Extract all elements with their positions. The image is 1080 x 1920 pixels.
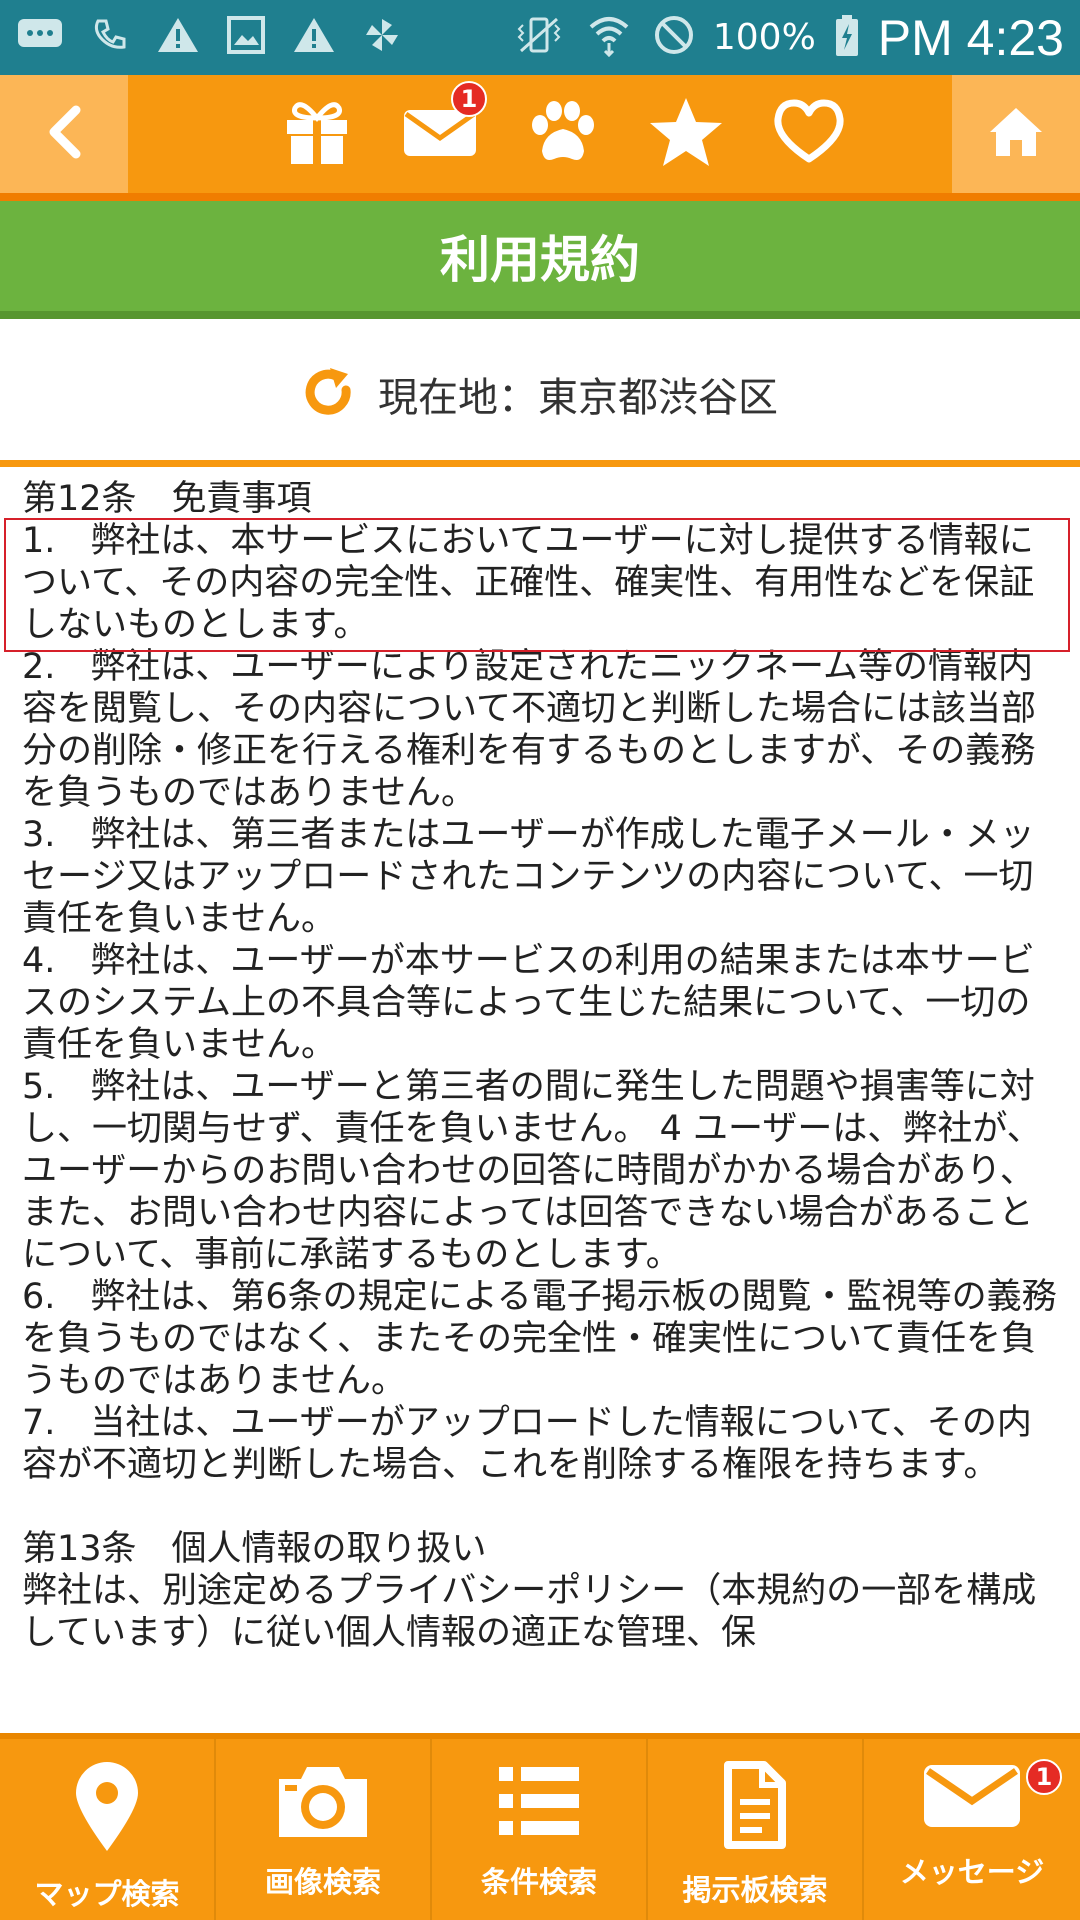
tab-label: 掲示板検索 [682, 1873, 828, 1907]
map-pin-icon [72, 1761, 142, 1857]
star-icon [648, 96, 724, 172]
mail-badge: 1 [451, 81, 487, 117]
paw-icon [526, 99, 600, 169]
pinwheel-icon [362, 15, 402, 61]
favorite-star-button[interactable] [624, 75, 747, 193]
tab-label: マップ検索 [34, 1877, 180, 1911]
location-row[interactable]: 現在地：東京都渋谷区 [0, 327, 1080, 460]
tab-label: メッセージ [899, 1855, 1045, 1889]
section-heading-12: 第12条 免責事項 [22, 479, 312, 519]
battery-icon [834, 14, 860, 62]
terms-content[interactable]: 第12条 免責事項 1. 弊社は、本サービスにおいてユーザーに対し提供する情報に… [22, 478, 1062, 1733]
section-text-13: 弊社は、別途定めるプライバシーポリシー（本規約の一部を構成しています）に従い個人… [22, 1571, 1037, 1653]
phone-icon [90, 15, 130, 61]
terms-item-2: 2. 弊社は、ユーザーにより設定されたニックネーム等の情報内容を閲覧し、その内容… [22, 647, 1036, 813]
document-icon [722, 1761, 788, 1853]
tab-condition-search[interactable]: 条件検索 [432, 1739, 648, 1920]
messages-badge: 1 [1026, 1759, 1062, 1795]
message-icon [16, 17, 64, 59]
image-icon [226, 15, 266, 61]
tab-board-search[interactable]: 掲示板検索 [648, 1739, 864, 1920]
current-location-label: 現在地：東京都渋谷区 [378, 374, 778, 421]
status-bar: 100% PM 4:23 [0, 0, 1080, 75]
tab-map-search[interactable]: マップ検索 [0, 1739, 216, 1920]
terms-item-7: 7. 当社は、ユーザーがアップロードした情報について、その内容が不適切と判断した… [22, 1403, 1032, 1485]
bottom-tab-bar: マップ検索 画像検索 条件検索 掲示板検索 1 メッセージ [0, 1733, 1080, 1920]
status-left-icons [16, 15, 513, 61]
like-heart-button[interactable] [747, 75, 870, 193]
page-title: 利用規約 [440, 231, 640, 289]
gift-icon [281, 98, 353, 170]
tab-image-search[interactable]: 画像検索 [216, 1739, 432, 1920]
wifi-icon [587, 13, 631, 63]
tab-label: 画像検索 [264, 1865, 381, 1899]
terms-item-1: 1. 弊社は、本サービスにおいてユーザーに対し提供する情報について、その内容の完… [22, 521, 1035, 645]
title-bar: 利用規約 [0, 201, 1080, 319]
back-button[interactable] [0, 75, 128, 193]
home-icon [986, 104, 1046, 164]
terms-item-3: 3. 弊社は、第三者またはユーザーが作成した電子メール・メッセージ又はアップロー… [22, 815, 1035, 939]
chevron-left-icon [42, 104, 86, 164]
warning-icon [156, 15, 200, 61]
no-sign-icon [653, 14, 695, 62]
home-button[interactable] [952, 75, 1080, 193]
tab-label: 条件検索 [480, 1865, 597, 1899]
clock: PM 4:23 [877, 9, 1064, 66]
mail-icon [922, 1761, 1022, 1835]
camera-icon [275, 1761, 371, 1845]
top-nav-bar: 1 [0, 75, 1080, 193]
refresh-icon[interactable] [302, 366, 354, 422]
mail-nav-button[interactable]: 1 [378, 75, 501, 193]
vibrate-icon [513, 15, 565, 61]
location-divider [0, 460, 1080, 467]
list-icon [497, 1761, 581, 1845]
nav-divider [0, 193, 1080, 201]
gift-button[interactable] [255, 75, 378, 193]
paw-button[interactable] [501, 75, 624, 193]
terms-item-6: 6. 弊社は、第6条の規定による電子掲示板の閲覧・監視等の義務を負うものではなく… [22, 1277, 1057, 1401]
section-heading-13: 第13条 個人情報の取り扱い [22, 1529, 487, 1569]
tab-messages[interactable]: 1 メッセージ [864, 1739, 1080, 1920]
warning-icon [292, 15, 336, 61]
status-right-group: 100% PM 4:23 [513, 9, 1064, 67]
battery-percentage: 100% [712, 17, 816, 58]
terms-item-4: 4. 弊社は、ユーザーが本サービスの利用の結果または本サービスのシステム上の不具… [22, 941, 1035, 1065]
terms-item-5: 5. 弊社は、ユーザーと第三者の間に発生した問題や損害等に対し、一切関与せず、責… [22, 1067, 1042, 1275]
heart-icon [772, 99, 846, 169]
